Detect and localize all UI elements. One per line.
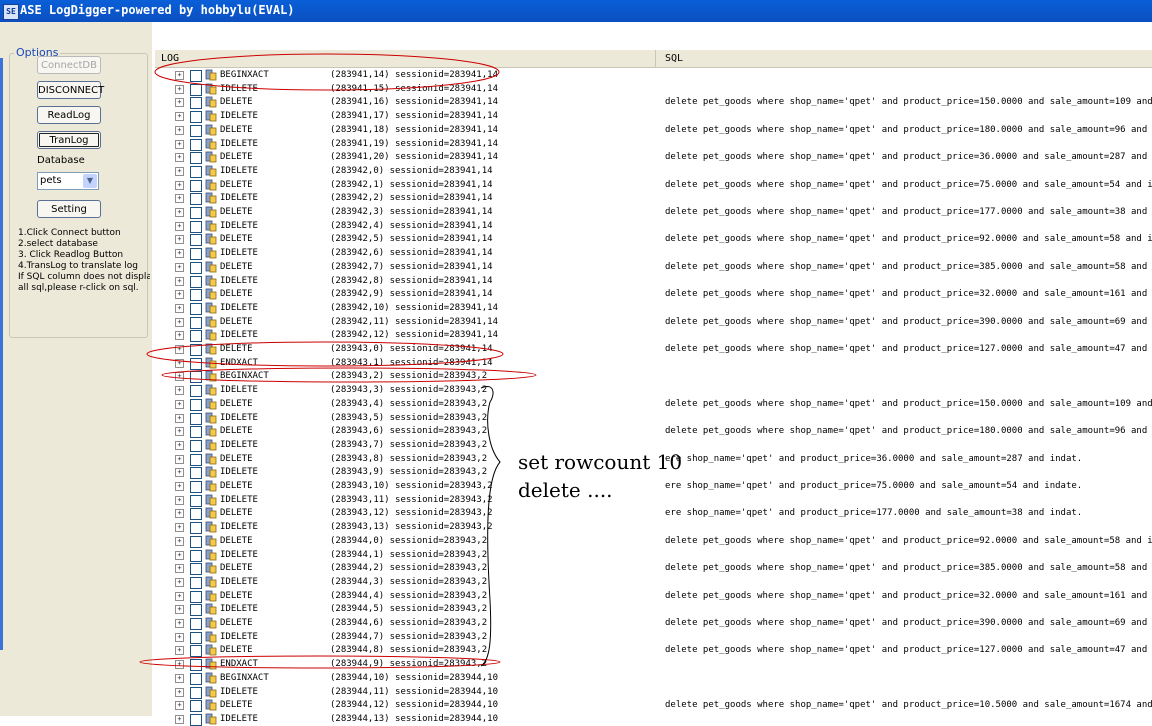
annotation-ellipse (146, 341, 504, 367)
expand-icon[interactable]: + (175, 714, 184, 724)
annotation-ellipse (139, 655, 501, 669)
annotation-ellipse (161, 367, 537, 383)
annotation-ellipse (154, 53, 500, 91)
brace-annotation (480, 386, 501, 667)
annotation-overlay (139, 53, 537, 669)
